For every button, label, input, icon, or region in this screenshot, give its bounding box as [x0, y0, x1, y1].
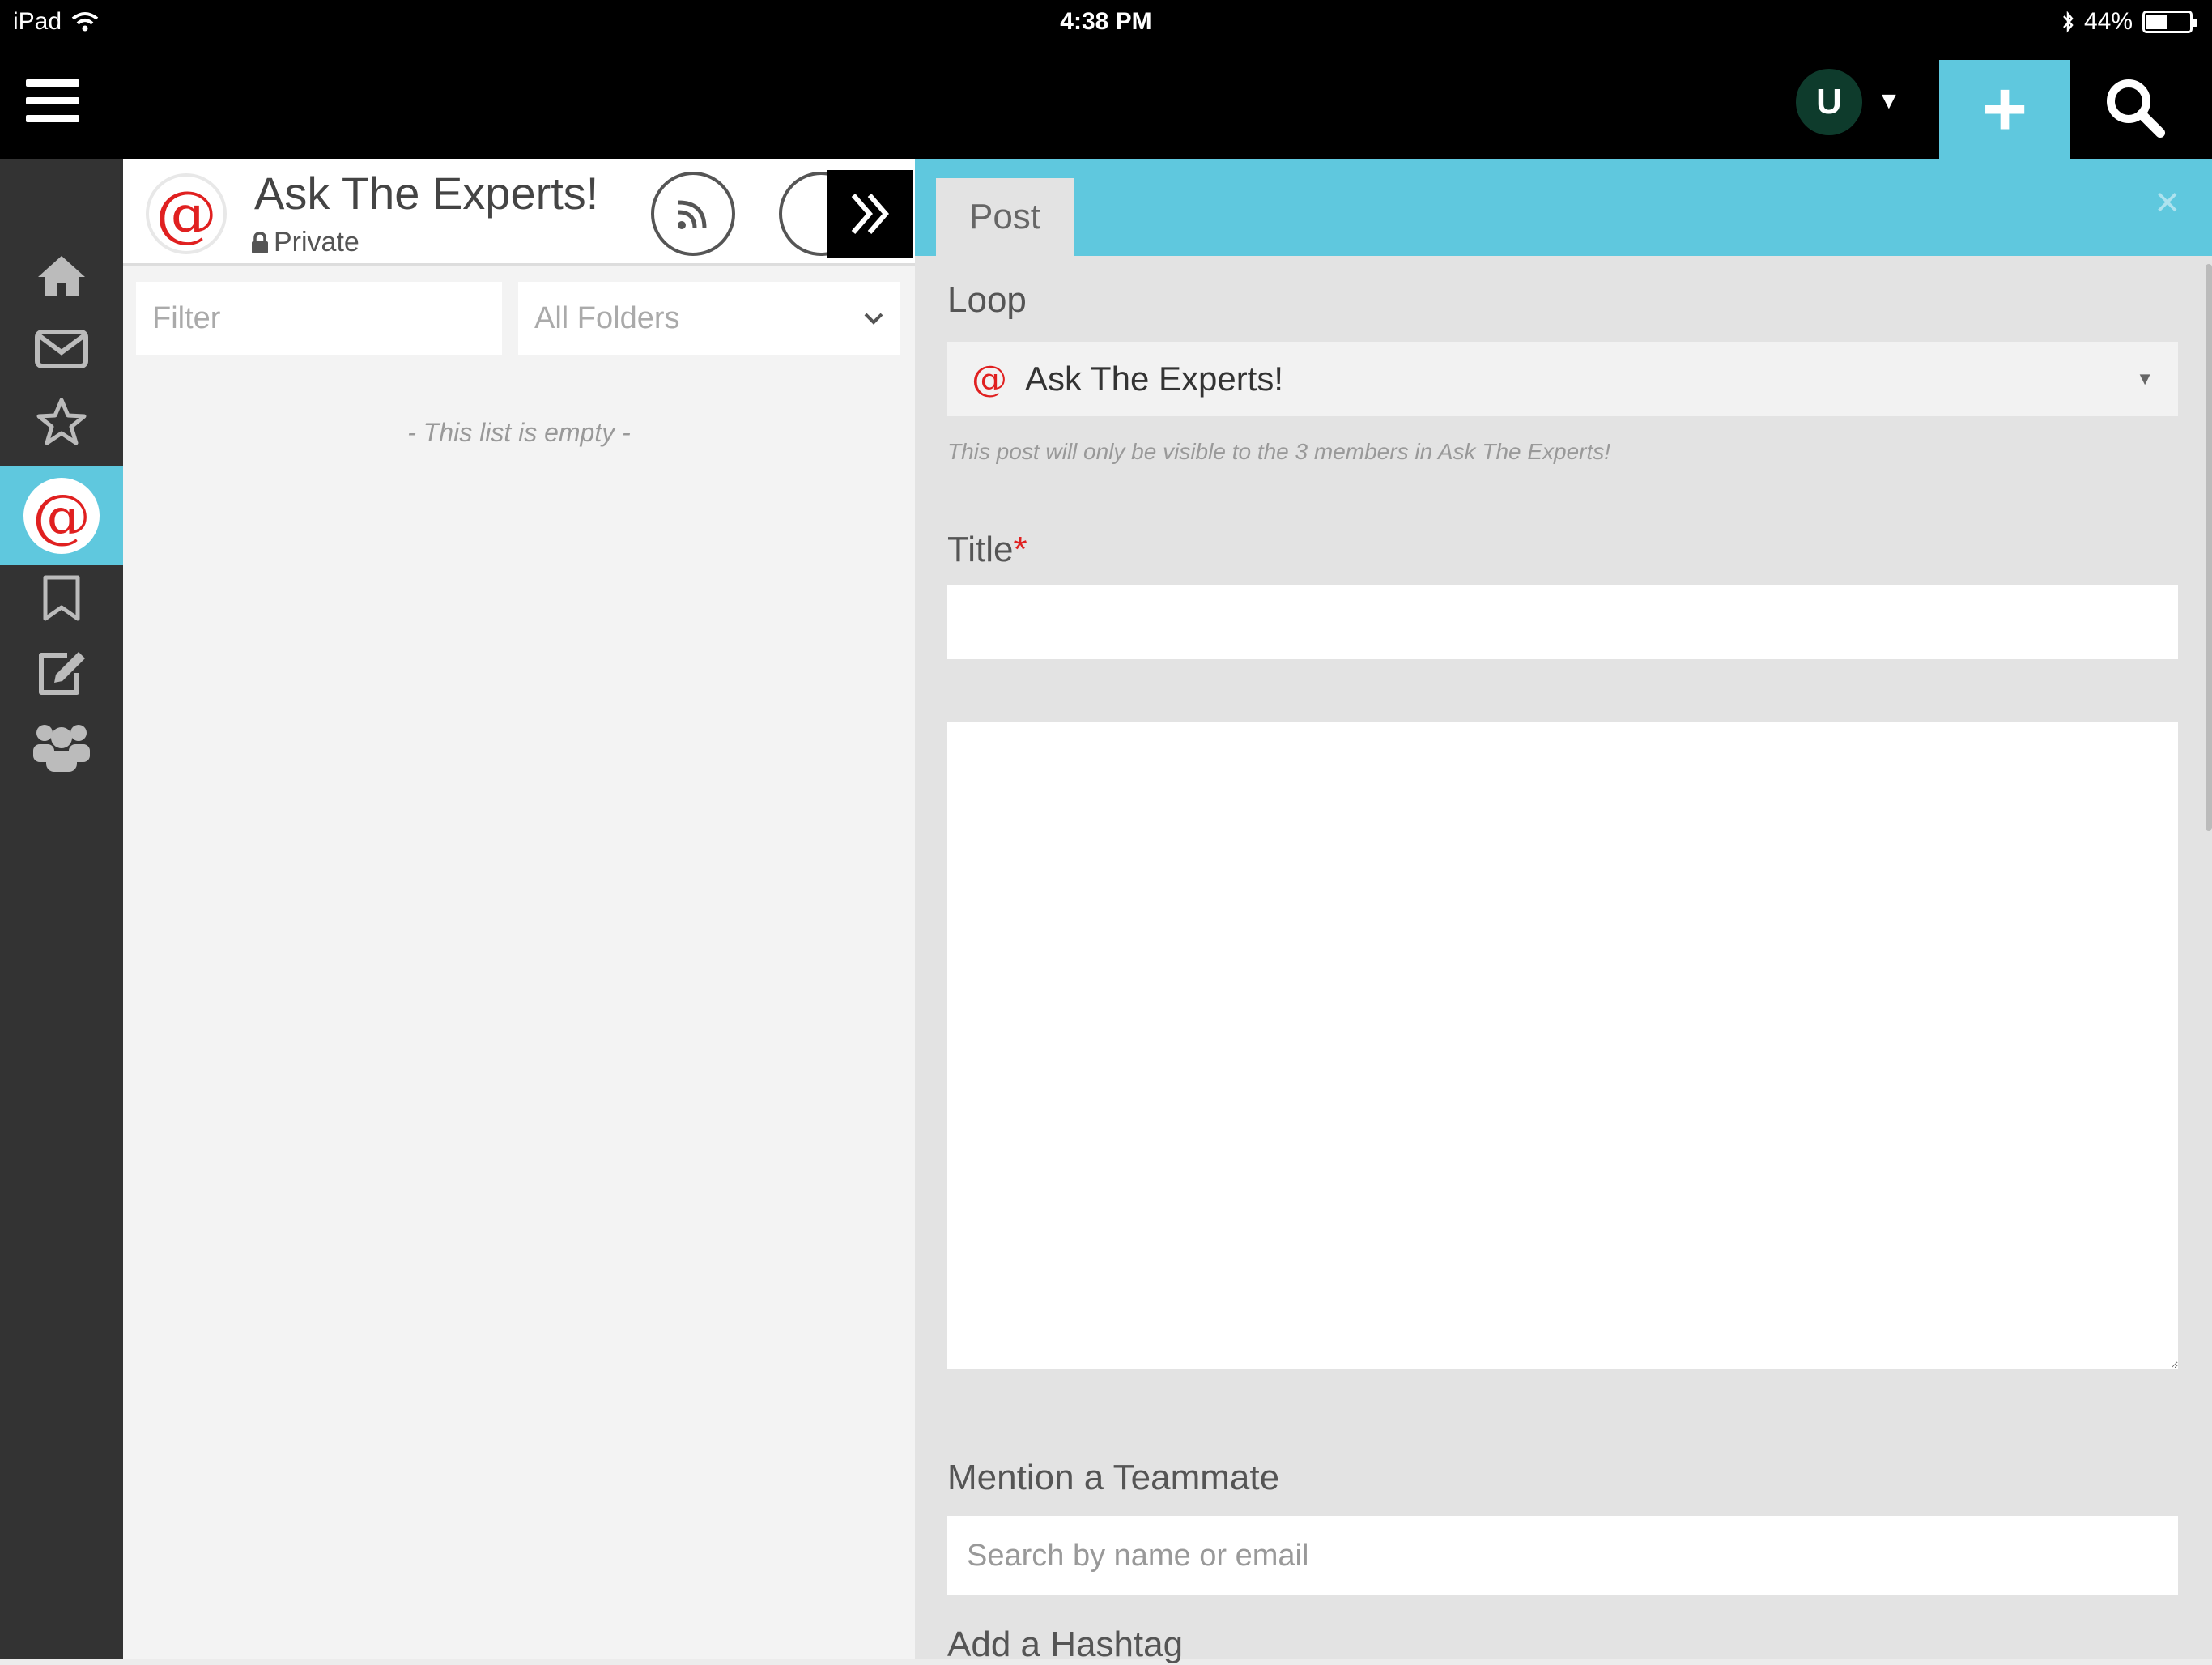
post-panel: Post × Loop @ Ask The Experts! ▼ This po…	[915, 159, 2212, 1664]
close-icon[interactable]: ×	[2155, 178, 2180, 227]
visibility-note: This post will only be visible to the 3 …	[947, 439, 1611, 464]
status-bar: iPad 4:38 PM 44%	[0, 0, 2212, 45]
edit-icon	[39, 652, 85, 695]
battery-percent: 44%	[2083, 8, 2133, 35]
required-marker: *	[1013, 530, 1027, 569]
sidebar-item-mentions[interactable]: @	[0, 466, 123, 565]
sidebar-item-mail[interactable]	[0, 313, 123, 385]
chevron-down-icon	[864, 313, 883, 325]
hashtag-label: Add a Hashtag	[947, 1625, 1184, 1664]
mention-label: Mention a Teammate	[947, 1458, 1280, 1497]
loop-title: Ask The Experts!	[254, 168, 599, 219]
sidebar-item-home[interactable]	[0, 240, 123, 313]
top-bar: U ▼ +	[0, 45, 2212, 159]
sidebar-item-bookmarks[interactable]	[0, 562, 123, 635]
lock-icon	[252, 231, 268, 253]
loop-avatar: @	[146, 173, 227, 254]
status-time: 4:38 PM	[1060, 8, 1152, 35]
loop-header: @ Ask The Experts! Private	[123, 159, 915, 266]
status-right: 44%	[2061, 8, 2197, 36]
title-label: Title*	[947, 530, 1027, 570]
list-panel: @ Ask The Experts! Private All Folder	[123, 159, 915, 1659]
user-avatar[interactable]: U	[1796, 69, 1862, 135]
mention-search-input[interactable]	[947, 1516, 2178, 1595]
group-icon	[33, 725, 90, 772]
post-tab-bar: Post ×	[915, 159, 2212, 256]
caret-down-icon: ▼	[2136, 368, 2154, 389]
folder-select-value: All Folders	[534, 300, 680, 335]
loop-label: Loop	[947, 280, 1027, 320]
scrollbar[interactable]	[2206, 264, 2212, 831]
sidebar-item-favorites[interactable]	[0, 385, 123, 458]
loop-select[interactable]: @ Ask The Experts! ▼	[947, 342, 2178, 416]
title-label-text: Title	[947, 530, 1014, 569]
privacy-label: Private	[274, 227, 359, 258]
tab-post[interactable]: Post	[936, 178, 1074, 256]
loop-privacy: Private	[251, 227, 359, 258]
filter-input[interactable]	[136, 282, 502, 355]
home-icon	[38, 256, 85, 296]
loop-select-value: Ask The Experts!	[1025, 360, 1284, 398]
sidebar-item-compose[interactable]	[0, 637, 123, 709]
rss-button[interactable]	[651, 172, 735, 256]
star-icon	[36, 398, 87, 445]
add-button[interactable]: +	[1939, 60, 2070, 159]
mail-icon	[35, 330, 88, 368]
sidebar: @	[0, 159, 123, 1659]
battery-icon	[2142, 11, 2197, 33]
menu-icon[interactable]	[26, 79, 79, 125]
bookmark-icon	[43, 575, 80, 621]
rss-icon	[678, 200, 707, 229]
bluetooth-icon	[2063, 11, 2074, 33]
search-icon[interactable]	[2102, 75, 2167, 139]
caret-down-icon[interactable]: ▼	[1877, 87, 1901, 115]
sidebar-item-teams[interactable]	[0, 709, 123, 782]
double-chevron-right-icon	[851, 194, 889, 234]
expand-button[interactable]	[827, 170, 913, 258]
at-icon: @	[972, 358, 1007, 400]
empty-list-message: - This list is empty -	[407, 418, 631, 447]
folder-select[interactable]: All Folders	[518, 282, 900, 355]
post-body-textarea[interactable]	[947, 722, 2178, 1369]
at-icon: @	[23, 478, 100, 554]
title-input[interactable]	[947, 585, 2178, 659]
